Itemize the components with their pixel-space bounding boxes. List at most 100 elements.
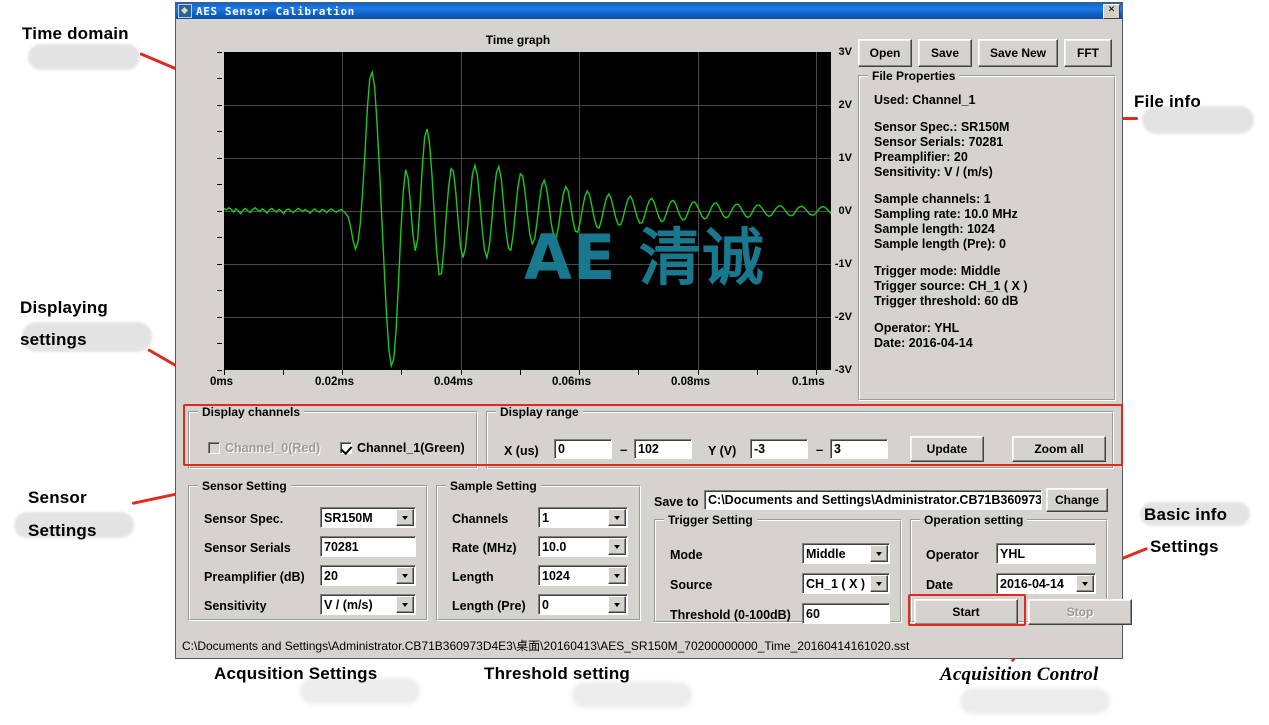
x-range-dash: – [620,442,628,457]
x-min-input[interactable]: 0 [554,439,612,459]
length-combo[interactable]: 1024 [538,565,628,586]
chevron-down-icon[interactable] [608,509,626,526]
plot-wrapper: 3V 2V 1V 0V -1V -2V -3V AE 清诚 0ms 0.02ms… [184,46,852,398]
channel1-checkbox-row[interactable]: Channel_1(Green) [340,441,465,455]
channel0-checkbox-row[interactable]: Channel_0(Red) [208,441,320,455]
annotation-file-info: File info [1134,92,1201,111]
x-tick-label: 0.04ms [434,376,474,388]
rate-combo[interactable]: 10.0 [538,536,628,557]
rate-label: Rate (MHz) [452,541,517,555]
y-axis-tick [217,78,222,79]
length-pre-combo[interactable]: 0 [538,594,628,615]
save-to-path-input[interactable]: C:\Documents and Settings\Administrator.… [704,490,1042,510]
rate-value: 10.0 [542,539,567,554]
chevron-down-icon[interactable] [396,567,414,584]
channels-value: 1 [542,510,549,525]
trigger-setting-group: Trigger Setting Mode Middle Source CH_1 … [654,513,902,624]
waveform-trace [224,69,831,369]
date-value: 2016-04-14 [1000,576,1064,591]
start-button[interactable]: Start [914,599,1018,625]
save-button[interactable]: Save [918,39,972,67]
chevron-down-icon[interactable] [870,575,888,592]
date-combo[interactable]: 2016-04-14 [996,573,1096,594]
preamplifier-label: Preamplifier (dB) [204,570,305,584]
y-axis-tick [217,184,222,185]
channel0-checkbox[interactable] [208,442,220,454]
change-button[interactable]: Change [1046,488,1108,512]
y-axis-tick [217,264,222,265]
display-channels-group: Display channels Channel_0(Red) Channel_… [188,405,478,469]
x-tick-label: 0.1ms [792,376,825,388]
window-client-area: Time graph 3V 2V 1V 0V -1V -2V -3V AE 清诚… [176,19,1132,658]
trigger-source-combo[interactable]: CH_1 ( X ) [802,573,890,594]
length-pre-value: 0 [542,597,549,612]
chevron-down-icon[interactable] [396,596,414,613]
status-bar-path: C:\Documents and Settings\Administrator.… [182,639,910,653]
trigger-threshold-input[interactable]: 60 [802,603,890,624]
file-properties-group: File Properties Used: Channel_1 Sensor Sp… [858,69,1116,401]
y-axis-tick [217,237,222,238]
length-label: Length [452,570,494,584]
title-bar[interactable]: AES Sensor Calibration ✕ [176,3,1122,19]
x-max-input[interactable]: 102 [634,439,692,459]
sensor-serials-label: Sensor Serials [204,541,291,555]
x-tick-label: 0ms [210,376,234,388]
sensor-serials-input[interactable]: 70281 [320,536,416,557]
time-graph-panel: Time graph 3V 2V 1V 0V -1V -2V -3V AE 清诚… [184,33,852,401]
file-properties-legend: File Properties [868,69,960,83]
x-axis-tick [638,370,639,375]
channel0-label: Channel_0(Red) [225,441,321,455]
channels-label: Channels [452,512,509,526]
waveform-plot[interactable]: AE 清诚 [224,52,831,370]
fft-button[interactable]: FFT [1064,39,1112,67]
chevron-down-icon[interactable] [608,567,626,584]
window-title: AES Sensor Calibration [196,4,355,18]
length-value: 1024 [542,568,570,583]
trigger-mode-combo[interactable]: Middle [802,543,890,564]
trigger-threshold-label: Threshold (0-100dB) [670,608,791,622]
file-properties-line: Date: 2016-04-14 [874,336,973,350]
save-new-button[interactable]: Save New [978,39,1058,67]
file-properties-spacer [860,309,1114,321]
annotation-displaying-settings-2: settings [20,330,87,349]
x-range-label: X (us) [504,444,539,458]
x-tick-label: 0.06ms [552,376,592,388]
file-properties-line: Sample length: 1024 [874,222,995,236]
sensitivity-value: V / (m/s) [324,597,373,612]
close-icon[interactable]: ✕ [1103,3,1120,19]
x-axis-tick [283,370,284,375]
file-properties-line: Operator: YHL [874,321,960,335]
trigger-source-value: CH_1 ( X ) [806,576,866,591]
chevron-down-icon[interactable] [1076,575,1094,592]
file-properties-lines: Used: Channel_1 Sensor Spec.: SR150M Senso… [860,77,1114,350]
y-axis-tick [217,211,222,212]
zoom-all-button[interactable]: Zoom all [1012,436,1106,462]
y-min-input[interactable]: -3 [750,439,808,459]
chevron-down-icon[interactable] [608,538,626,555]
chevron-down-icon[interactable] [870,545,888,562]
file-properties-line: Used: Channel_1 [874,93,976,107]
sensor-spec-combo[interactable]: SR150M [320,507,416,528]
open-button[interactable]: Open [858,39,912,67]
file-properties-line: Trigger source: CH_1 ( X ) [874,279,1028,293]
smudge-acquisition-control [960,688,1110,714]
chevron-down-icon[interactable] [396,509,414,526]
preamplifier-combo[interactable]: 20 [320,565,416,586]
x-axis-tick [224,370,225,375]
y-axis-tick [217,343,222,344]
preamplifier-value: 20 [324,568,338,583]
channel1-checkbox[interactable] [340,442,352,454]
channels-combo[interactable]: 1 [538,507,628,528]
x-axis-tick [698,370,699,375]
sensitivity-label: Sensitivity [204,599,267,613]
file-properties-line: Sample channels: 1 [874,192,991,206]
chevron-down-icon[interactable] [608,596,626,613]
annotation-basic-info: Basic info [1144,505,1228,524]
update-button[interactable]: Update [910,436,984,462]
y-max-input[interactable]: 3 [830,439,888,459]
x-axis-tick [401,370,402,375]
file-properties-spacer [860,252,1114,264]
annotation-displaying-settings-1: Displaying [20,298,108,317]
operator-input[interactable]: YHL [996,543,1096,564]
sensitivity-combo[interactable]: V / (m/s) [320,594,416,615]
